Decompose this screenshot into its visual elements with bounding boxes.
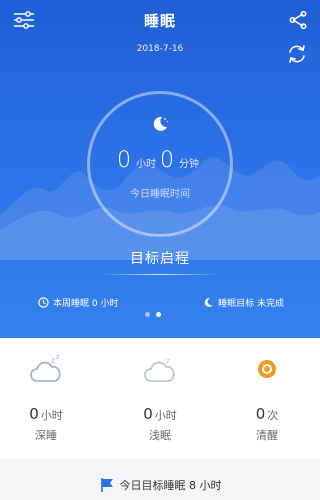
stat-awake[interactable]: 0次 清醒: [227, 352, 307, 443]
stat-light-sleep[interactable]: z 0 小时 浅眠: [120, 352, 200, 443]
daily-goal-row[interactable]: 今日目标睡眠 8 小时: [0, 477, 320, 493]
share-icon[interactable]: [284, 6, 312, 34]
sleep-target-summary: 睡眠目标 未完成: [203, 296, 284, 309]
top-bar: 睡眠: [0, 0, 320, 44]
goal-underline: [100, 274, 220, 275]
date-label: 2018-7-16: [136, 44, 184, 54]
sleep-target-label: 睡眠目标 未完成: [218, 299, 284, 309]
crescent-moon-icon: [203, 297, 214, 308]
clock-icon: [38, 297, 49, 308]
hours-unit: 小时: [136, 159, 156, 170]
light-sleep-unit: 小时: [154, 409, 177, 422]
deep-sleep-cloud-icon: z z: [6, 352, 86, 386]
deep-sleep-value: 0: [29, 405, 39, 423]
stat-deep-sleep[interactable]: z z 0 小时 深睡: [6, 352, 86, 443]
light-sleep-value: 0: [143, 405, 153, 423]
awake-value: 0: [255, 405, 266, 423]
sleep-hero-panel: 睡眠 2018-7-16 0 小时 0 分钟 今日睡眠时间 目标启程 本周睡眠 …: [0, 0, 320, 338]
minutes-value: 0: [160, 148, 174, 173]
week-sleep-label: 本周睡眠 0 小时: [53, 299, 119, 309]
light-sleep-cloud-icon: z: [120, 352, 200, 386]
sleep-stats-panel: z z 0 小时 深睡 z 0 小时 浅眠 0次 清醒: [0, 338, 320, 458]
flag-icon: [99, 477, 115, 493]
moon-icon: [151, 115, 169, 133]
svg-text:z: z: [56, 353, 60, 361]
sleep-time-readout: 0 小时 0 分钟: [0, 148, 320, 173]
page-dot-2[interactable]: [156, 312, 161, 317]
deep-sleep-unit: 小时: [40, 409, 63, 422]
awake-label: 清醒: [256, 429, 278, 442]
svg-text:z: z: [51, 356, 55, 365]
page-dot-1[interactable]: [145, 312, 150, 317]
svg-text:z: z: [166, 357, 170, 365]
awake-unit: 次: [267, 409, 279, 422]
weekly-sleep-summary: 本周睡眠 0 小时: [38, 296, 118, 309]
goal-start-button[interactable]: 目标启程: [0, 248, 320, 268]
page-indicator: [145, 312, 161, 317]
hours-value: 0: [117, 148, 131, 173]
light-sleep-label: 浅眠: [149, 429, 171, 442]
minutes-unit: 分钟: [179, 159, 199, 170]
deep-sleep-label: 深睡: [35, 429, 57, 442]
daily-goal-text: 今日目标睡眠 8 小时: [119, 479, 222, 492]
page-title: 睡眠: [143, 12, 176, 30]
sync-icon[interactable]: [283, 40, 311, 68]
awake-sun-icon: [227, 352, 307, 386]
today-sleep-caption: 今日睡眠时间: [130, 189, 190, 200]
